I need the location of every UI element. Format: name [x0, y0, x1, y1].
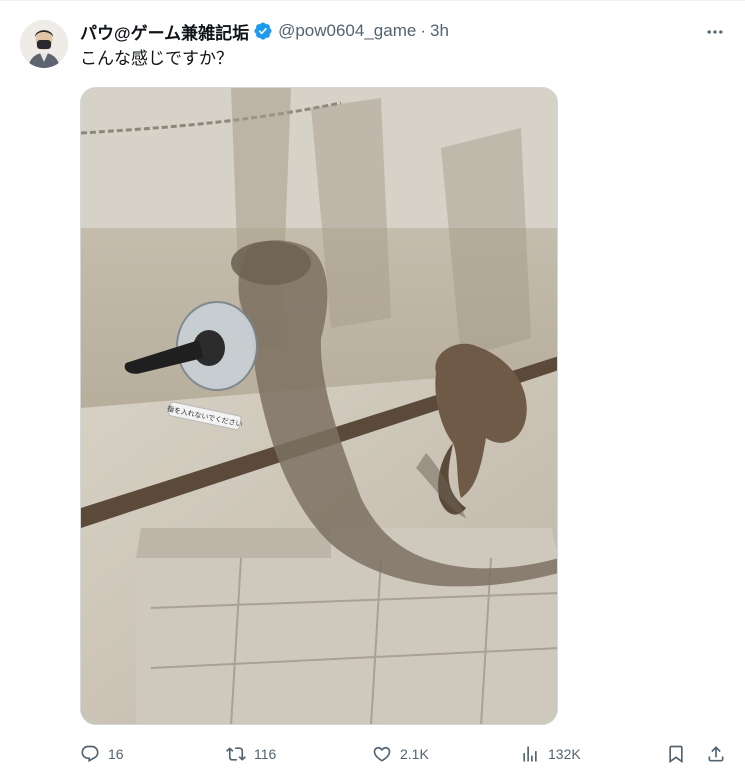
- user-handle[interactable]: @pow0604_game: [278, 21, 416, 41]
- views-chart-icon: [523, 746, 537, 762]
- display-name[interactable]: パウ@ゲーム兼雑記垢: [80, 19, 249, 44]
- share-icon: [708, 746, 724, 762]
- like-button[interactable]: 2.1K: [372, 740, 429, 768]
- tweet-text: こんな感じですか？: [80, 49, 233, 68]
- avatar[interactable]: [20, 20, 68, 68]
- retweet-icon: [226, 747, 246, 761]
- bookmark-icon: [669, 745, 683, 764]
- more-options-icon[interactable]: [700, 20, 730, 44]
- views-count: 132K: [548, 746, 581, 762]
- share-button[interactable]: [706, 740, 726, 768]
- reply-icon: [81, 745, 99, 763]
- tweet-header: パウ@ゲーム兼雑記垢 @pow0604_game · 3h: [80, 19, 449, 43]
- separator-dot: ·: [420, 21, 426, 40]
- top-divider: [0, 0, 745, 1]
- reply-count: 16: [108, 746, 124, 762]
- reply-button[interactable]: 16: [80, 740, 124, 768]
- views-button[interactable]: 132K: [520, 740, 581, 768]
- retweet-button[interactable]: 116: [226, 740, 276, 768]
- retweet-count: 116: [254, 746, 277, 762]
- like-count: 2.1K: [400, 746, 429, 762]
- heart-icon: [373, 746, 391, 762]
- avatar-image: [20, 20, 68, 68]
- timestamp[interactable]: 3h: [430, 21, 449, 41]
- verified-badge-icon[interactable]: [253, 21, 273, 41]
- bookmark-button[interactable]: [666, 740, 686, 768]
- tweet-photo[interactable]: 指を入れないでください: [80, 87, 558, 725]
- action-bar: 16 116 2.1K 132K: [80, 740, 730, 768]
